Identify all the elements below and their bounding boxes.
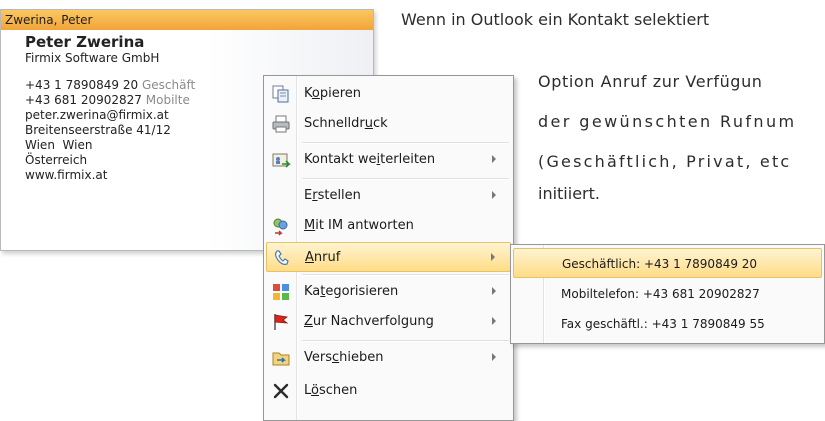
contact-company: Firmix Software GmbH [25,51,160,65]
contact-name: Peter Zwerina [25,33,145,51]
contact-email: peter.zwerina@firmix.at [25,108,169,122]
menu-item-call[interactable]: Anruf [266,242,511,272]
call-submenu: Geschäftlich: +43 1 7890849 20 Mobiltele… [510,244,825,344]
context-menu: Kopieren Schnelldruck Kontakt weiterleit… [263,75,514,421]
phone-label: Geschäft [141,78,196,92]
contact-website: www.firmix.at [25,168,108,182]
menu-item-move[interactable]: Verschieben [266,343,511,373]
menu-item-create[interactable]: Erstellen [266,181,511,211]
contact-card-header: Zwerina, Peter [1,10,373,31]
article-line-5: initiiert. [538,184,600,203]
article-line-3: der gewünschten Rufnum [538,112,797,131]
submenu-item-label: Fax geschäftl.: +43 1 7890849 55 [561,317,765,331]
submenu-item-label: Mobiltelefon: +43 681 20902827 [561,287,760,301]
menu-item-categorize[interactable]: Kategorisieren [266,277,511,307]
submenu-arrow-icon [492,191,496,199]
phone-icon [271,248,293,268]
contact-phone-mobile: +43 681 20902827 Mobilte [25,93,195,108]
im-reply-icon [270,216,292,236]
forward-contact-icon [270,150,292,170]
menu-separator [302,178,509,180]
submenu-item-mobile-phone[interactable]: Mobiltelefon: +43 681 20902827 [513,279,822,309]
print-icon [270,114,292,134]
menu-item-label: Verschieben [304,350,384,365]
menu-item-quick-print[interactable]: Schnelldruck [266,109,511,139]
contact-phone-business: +43 1 7890849 20 Geschäft [25,78,195,93]
submenu-arrow-icon [492,287,496,295]
submenu-arrow-icon [492,155,496,163]
menu-item-label: Kontakt weiterleiten [304,152,436,167]
follow-up-flag-icon [270,312,292,332]
menu-item-label: Schnelldruck [304,116,388,131]
phone-label: Mobilte [145,93,190,107]
menu-item-label: Anruf [305,250,341,265]
menu-item-reply-im[interactable]: Mit IM antworten [266,211,511,241]
menu-item-label: Zur Nachverfolgung [304,314,434,329]
menu-separator [302,340,509,342]
menu-item-label: Erstellen [304,188,361,203]
article-line-2: Option Anruf zur Verfügun [538,72,763,91]
menu-separator [302,142,509,144]
submenu-arrow-icon [491,253,495,261]
menu-item-label: Mit IM antworten [304,218,414,233]
categorize-icon [270,282,292,302]
menu-item-label: Kategorisieren [304,284,399,299]
menu-separator [302,274,509,276]
menu-item-forward-contact[interactable]: Kontakt weiterleiten [266,145,511,175]
contact-city: Wien Wien [25,138,93,152]
submenu-arrow-icon [492,317,496,325]
submenu-item-business-phone[interactable]: Geschäftlich: +43 1 7890849 20 [513,248,822,278]
submenu-item-label: Geschäftlich: +43 1 7890849 20 [562,257,758,271]
submenu-arrow-icon [492,353,496,361]
phone-number: +43 681 20902827 [25,93,142,107]
menu-item-label: Kopieren [304,86,362,101]
contact-country: Österreich [25,153,88,167]
submenu-item-business-fax[interactable]: Fax geschäftl.: +43 1 7890849 55 [513,309,822,339]
menu-item-label: Löschen [304,383,358,398]
menu-item-delete[interactable]: Löschen [266,376,511,406]
phone-number: +43 1 7890849 20 [25,78,139,92]
contact-street: Breitenseerstraße 41/12 [25,123,171,137]
article-line-4: (Geschäftlich, Privat, etc [538,152,792,171]
article-line-1: Wenn in Outlook ein Kontakt selektiert [401,10,710,29]
move-folder-icon [270,348,292,368]
copy-icon [270,84,292,104]
delete-icon [270,381,292,401]
menu-item-copy[interactable]: Kopieren [266,79,511,109]
menu-item-follow-up[interactable]: Zur Nachverfolgung [266,307,511,337]
